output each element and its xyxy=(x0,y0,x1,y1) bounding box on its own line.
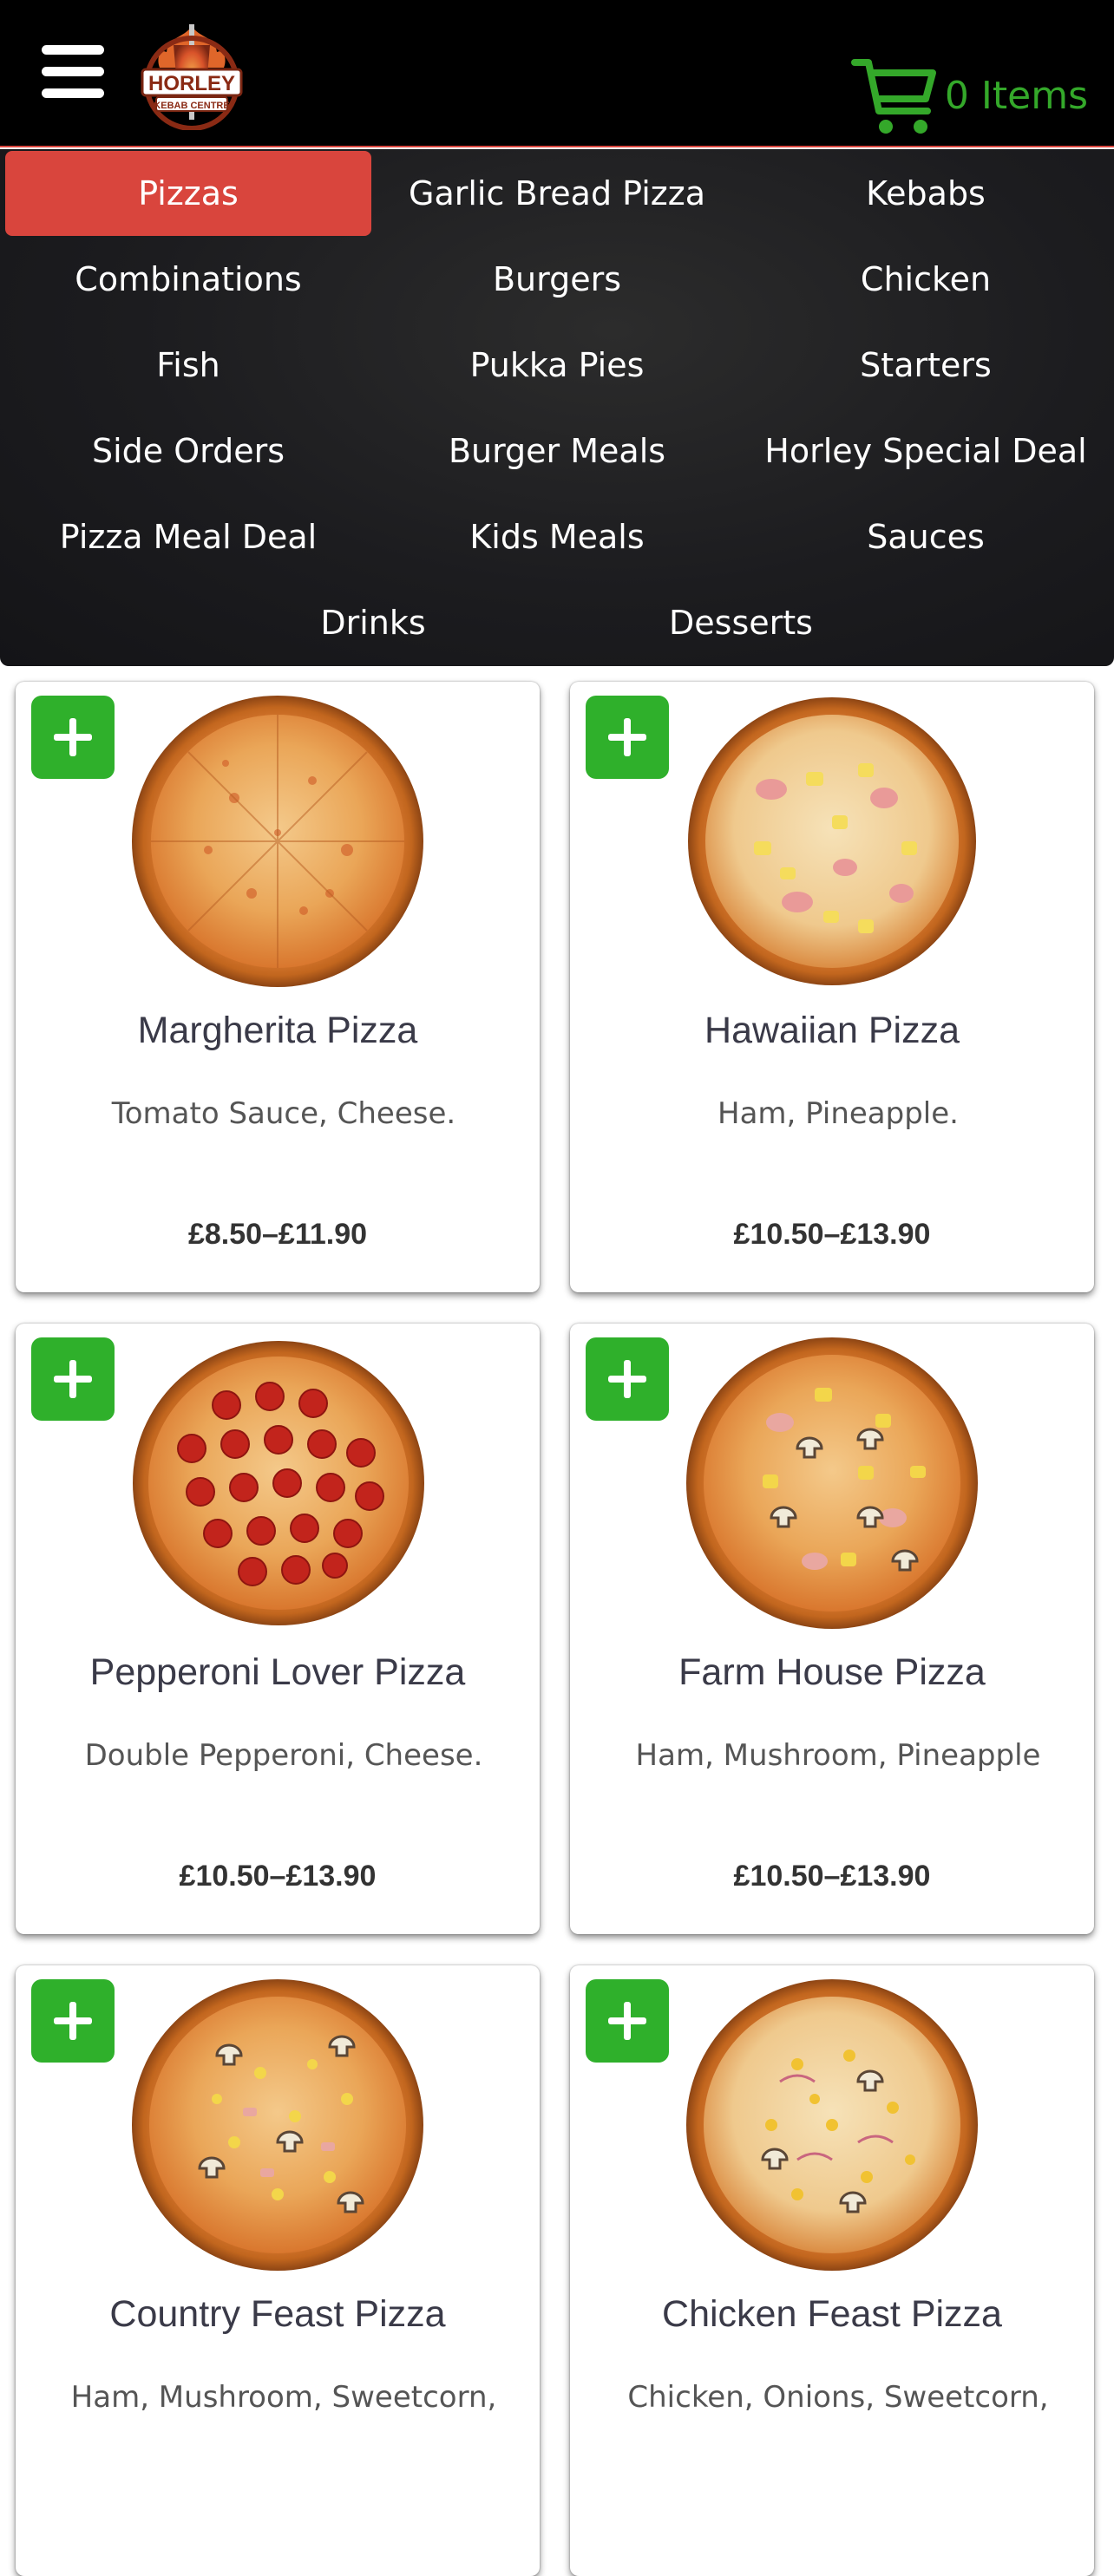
product-description: Double Pepperoni, Cheese. xyxy=(84,1738,483,1773)
add-to-cart-button[interactable] xyxy=(31,1979,115,2063)
category-sauces[interactable]: Sauces xyxy=(743,494,1109,579)
product-card-country-feast[interactable]: Country Feast Pizza Ham, Mushroom, Sweet… xyxy=(16,1965,540,2576)
cart-items-count: 0 Items xyxy=(944,73,1088,118)
category-burgers[interactable]: Burgers xyxy=(374,237,740,322)
add-to-cart-button[interactable] xyxy=(31,696,115,779)
product-title[interactable]: Country Feast Pizza xyxy=(16,2293,540,2336)
logo-text-horley: HORLEY xyxy=(148,72,235,95)
hamburger-menu-icon[interactable] xyxy=(42,45,104,99)
product-price: £10.50–£13.90 xyxy=(733,1218,931,1251)
cart-icon xyxy=(850,59,936,134)
add-to-cart-button[interactable] xyxy=(586,696,669,779)
product-description: Tomato Sauce, Cheese. xyxy=(111,1096,456,1131)
product-description: Ham, Mushroom, Pineapple xyxy=(635,1738,1041,1773)
product-price: £8.50–£11.90 xyxy=(187,1218,368,1251)
category-drinks[interactable]: Drinks xyxy=(190,580,556,665)
product-title[interactable]: Hawaiian Pizza xyxy=(570,1010,1094,1052)
category-pizza-meal-deal[interactable]: Pizza Meal Deal xyxy=(5,494,371,579)
add-to-cart-button[interactable] xyxy=(586,1337,669,1421)
hawaiian-pizza-image xyxy=(688,697,976,985)
product-title[interactable]: Chicken Feast Pizza xyxy=(570,2293,1094,2336)
product-price: £10.50–£13.90 xyxy=(179,1860,377,1893)
product-card-chicken-feast[interactable]: Chicken Feast Pizza Chicken, Onions, Swe… xyxy=(570,1965,1094,2576)
logo-text-kebab-centre: KEBAB CENTRE xyxy=(154,101,229,111)
category-desserts[interactable]: Desserts xyxy=(558,580,924,665)
category-chicken[interactable]: Chicken xyxy=(743,237,1109,322)
product-description: Ham, Pineapple. xyxy=(718,1096,959,1131)
category-burger-meals[interactable]: Burger Meals xyxy=(374,409,740,494)
category-nav: Pizzas Garlic Bread Pizza Kebabs Combina… xyxy=(0,149,1114,666)
farm-house-pizza-image xyxy=(686,1337,978,1629)
product-title[interactable]: Farm House Pizza xyxy=(570,1651,1094,1694)
margherita-pizza-image xyxy=(132,696,423,987)
product-description: Ham, Mushroom, Sweetcorn, xyxy=(70,2380,497,2415)
product-description: Chicken, Onions, Sweetcorn, xyxy=(627,2380,1049,2415)
top-header: HORLEY KEBAB CENTRE 0 Items xyxy=(0,0,1114,147)
category-starters[interactable]: Starters xyxy=(743,323,1109,408)
product-price: £10.50–£13.90 xyxy=(733,1860,931,1893)
category-kids-meals[interactable]: Kids Meals xyxy=(374,494,740,579)
category-kebabs[interactable]: Kebabs xyxy=(743,151,1109,236)
add-to-cart-button[interactable] xyxy=(586,1979,669,2063)
product-title[interactable]: Pepperoni Lover Pizza xyxy=(16,1651,540,1694)
product-card-hawaiian[interactable]: Hawaiian Pizza Ham, Pineapple. £10.50–£1… xyxy=(570,682,1094,1292)
horley-kebab-centre-logo[interactable]: HORLEY KEBAB CENTRE xyxy=(137,23,246,130)
product-title[interactable]: Margherita Pizza xyxy=(16,1010,540,1052)
product-card-pepperoni-lover[interactable]: Pepperoni Lover Pizza Double Pepperoni, … xyxy=(16,1324,540,1934)
add-to-cart-button[interactable] xyxy=(31,1337,115,1421)
pepperoni-pizza-image xyxy=(133,1341,424,1625)
chicken-feast-pizza-image xyxy=(686,1979,978,2271)
cart-button[interactable]: 0 Items xyxy=(850,54,1088,137)
category-combinations[interactable]: Combinations xyxy=(5,237,371,322)
category-horley-special-deal[interactable]: Horley Special Deal xyxy=(743,409,1109,494)
product-card-margherita[interactable]: Margherita Pizza Tomato Sauce, Cheese. £… xyxy=(16,682,540,1292)
country-feast-pizza-image xyxy=(132,1979,423,2271)
category-garlic-bread-pizza[interactable]: Garlic Bread Pizza xyxy=(374,151,740,236)
category-fish[interactable]: Fish xyxy=(5,323,371,408)
category-pizzas[interactable]: Pizzas xyxy=(5,151,371,236)
product-card-farm-house[interactable]: Farm House Pizza Ham, Mushroom, Pineappl… xyxy=(570,1324,1094,1934)
category-side-orders[interactable]: Side Orders xyxy=(5,409,371,494)
category-pukka-pies[interactable]: Pukka Pies xyxy=(374,323,740,408)
